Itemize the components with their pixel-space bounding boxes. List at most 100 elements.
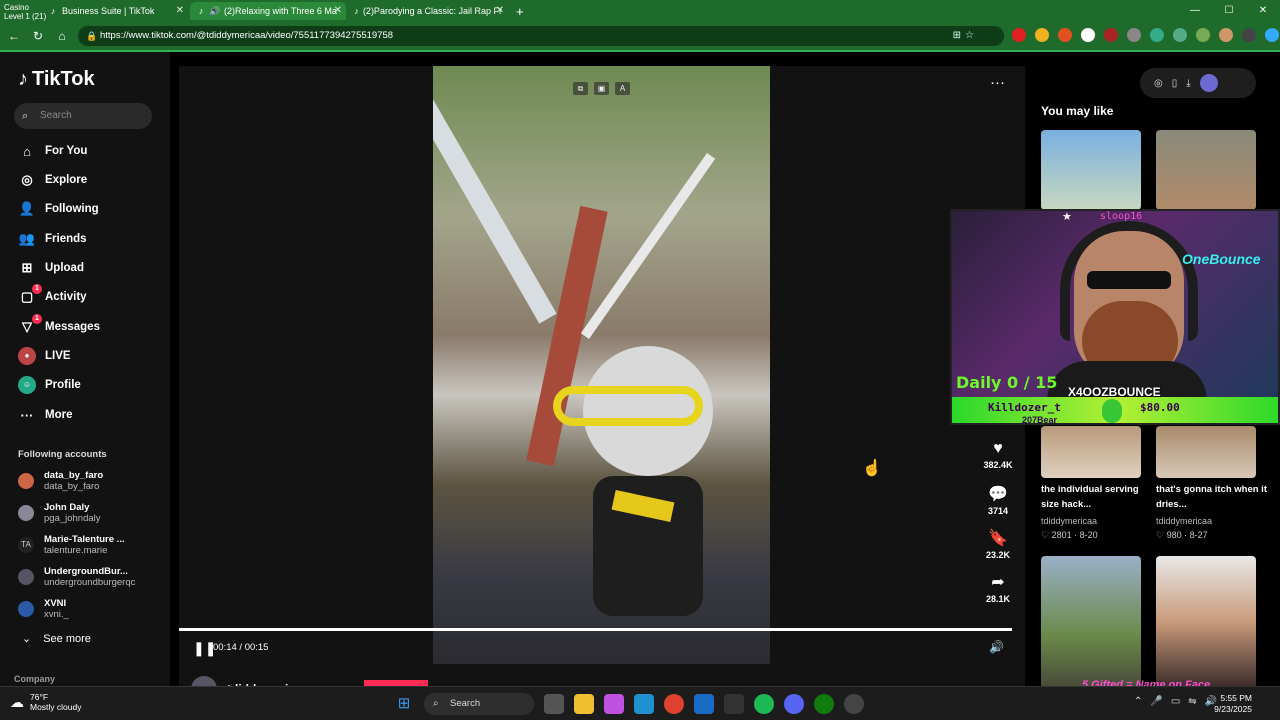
profile-avatar-icon[interactable] [1219, 28, 1233, 42]
nav-profile[interactable]: ☺ Profile [18, 373, 81, 397]
play-count-icon: ♡ [1156, 530, 1167, 540]
share-button[interactable]: ➦ 28.1K [982, 572, 1014, 604]
system-clock[interactable]: 5:55 PM 9/23/2025 [1212, 693, 1252, 715]
nav-friends[interactable]: 👥 Friends [18, 227, 87, 251]
microphone-icon[interactable]: 🎤 [1150, 696, 1162, 707]
file-explorer-icon[interactable] [574, 694, 594, 714]
more-options-icon[interactable]: ··· [990, 74, 1005, 91]
split-screen-icon[interactable] [1173, 28, 1187, 42]
copilot-icon[interactable] [604, 694, 624, 714]
nav-messages[interactable]: ▽ 1 Messages [18, 314, 100, 339]
network-icon[interactable]: ⇋ [1188, 696, 1196, 707]
profile-avatar-icon[interactable] [1199, 74, 1218, 92]
task-view-icon[interactable] [544, 694, 564, 714]
nav-more[interactable]: ··· More [18, 403, 73, 427]
phone-icon[interactable]: ▯ [1172, 78, 1178, 89]
nav-upload[interactable]: ⊞ Upload [18, 256, 84, 280]
discord-icon[interactable] [784, 694, 804, 714]
close-tab-icon[interactable]: ✕ [334, 5, 342, 16]
edge-icon[interactable] [634, 694, 654, 714]
recommended-video[interactable] [1041, 130, 1141, 210]
floating-player-icon[interactable]: ⧉ [573, 82, 588, 95]
search-input[interactable]: ⌕ Search [14, 103, 152, 129]
following-account[interactable]: data_by_faro data_by_faro [18, 468, 103, 494]
video-progress-bar[interactable] [179, 628, 1013, 631]
recommended-video[interactable] [1041, 426, 1141, 478]
video-author[interactable]: tdiddymericaa [1041, 516, 1097, 526]
company-link[interactable]: Company [14, 674, 55, 684]
nav-live[interactable]: ● LIVE [18, 344, 71, 368]
obs-icon[interactable] [844, 694, 864, 714]
tiktok-logo[interactable]: ♪ TikTok [18, 68, 95, 91]
captions-icon[interactable]: A [615, 82, 630, 95]
app-icon[interactable]: ⊞ [953, 26, 961, 46]
browser-tab-parodying[interactable]: ♪ (2)Parodying a Classic: Jail Rap Fr ✕ [348, 2, 508, 20]
nav-activity[interactable]: ▢ 1 Activity [18, 284, 87, 309]
url-field[interactable]: 🔒 https://www.tiktok.com/@tdiddymericaa/… [78, 26, 1004, 46]
nav-following[interactable]: 👤 Following [18, 197, 99, 221]
video-player[interactable]: ⧉ ▣ A [433, 66, 770, 664]
recommended-video[interactable] [1041, 556, 1141, 688]
volume-icon[interactable]: 🔊 [989, 640, 1004, 654]
settings-more-icon[interactable] [1242, 28, 1256, 42]
video-author[interactable]: tdiddymericaa [1156, 516, 1212, 526]
monitor-icon[interactable]: ▭ [1171, 696, 1180, 707]
extension-icon[interactable] [1012, 28, 1026, 42]
coin-icon[interactable]: ◎ [1154, 78, 1163, 89]
following-account[interactable]: John Daly pga_johndaly [18, 500, 101, 526]
extension-icon[interactable] [1081, 28, 1095, 42]
spotify-icon[interactable] [754, 694, 774, 714]
back-icon[interactable]: ← [6, 28, 22, 44]
chrome-icon[interactable] [664, 694, 684, 714]
close-window-button[interactable]: ✕ [1246, 0, 1280, 22]
close-tab-icon[interactable]: ✕ [176, 5, 184, 16]
extension-icon[interactable] [1127, 28, 1141, 42]
extensions-puzzle-icon[interactable] [1150, 28, 1164, 42]
recommended-video[interactable] [1156, 130, 1256, 210]
refresh-icon[interactable]: ↻ [30, 28, 46, 44]
close-tab-icon[interactable]: ✕ [496, 5, 504, 16]
new-tab-button[interactable]: + [510, 2, 530, 20]
outlook-icon[interactable] [694, 694, 714, 714]
like-button[interactable]: ♥ 382.4K [982, 440, 1014, 470]
tab-title: Business Suite | TikTok [62, 6, 155, 16]
download-icon[interactable]: ⤓ [1186, 78, 1190, 89]
chevron-up-icon[interactable]: ⌃ [1134, 696, 1142, 707]
maximize-button[interactable]: ☐ [1212, 0, 1246, 22]
comment-button[interactable]: 💬 3714 [982, 484, 1014, 516]
extension-icon[interactable] [1035, 28, 1049, 42]
xbox-icon[interactable] [814, 694, 834, 714]
video-title[interactable]: the individual serving size hack... [1041, 482, 1153, 512]
video-title[interactable]: that's gonna itch when it dries... [1156, 482, 1268, 512]
taskbar-search[interactable]: ⌕ Search [424, 693, 534, 715]
store-icon[interactable] [724, 694, 744, 714]
extension-icon[interactable] [1058, 28, 1072, 42]
video-timecode: 00:14 / 00:15 [213, 642, 269, 653]
picture-in-picture-icon[interactable]: ▣ [594, 82, 609, 95]
nav-explore[interactable]: ◎ Explore [18, 168, 87, 192]
copilot-icon[interactable] [1265, 28, 1279, 42]
browser-tab-relaxing[interactable]: ♪ 🔊 (2)Relaxing with Three 6 Ma ✕ [190, 2, 346, 20]
windows-start-icon[interactable]: ⊞ [394, 694, 414, 714]
video-thumbnail [1041, 426, 1141, 478]
recommended-video[interactable] [1156, 426, 1256, 478]
nav-label: Messages [45, 321, 100, 333]
logo-text: TikTok [32, 68, 95, 90]
favorite-star-icon[interactable]: ☆ [965, 26, 974, 46]
upload-icon: ⊞ [21, 260, 33, 275]
extension-icon[interactable] [1104, 28, 1118, 42]
save-button[interactable]: 🔖 23.2K [982, 528, 1014, 560]
favorites-icon[interactable] [1196, 28, 1210, 42]
recommended-video[interactable] [1156, 556, 1256, 688]
following-account[interactable]: XVNI xvni._ [18, 596, 69, 622]
following-account[interactable]: UndergroundBur... undergroundburgerqc [18, 564, 135, 590]
avatar [18, 505, 34, 521]
nav-for-you[interactable]: ⌂ For You [18, 139, 87, 163]
browser-tab-business-suite[interactable]: ♪ Business Suite | TikTok ✕ [42, 2, 188, 20]
home-icon[interactable]: ⌂ [54, 28, 70, 44]
weather-condition: Mostly cloudy [30, 702, 82, 712]
minimize-button[interactable]: — [1178, 0, 1212, 22]
see-more-button[interactable]: ⌄ See more [22, 632, 91, 646]
following-account[interactable]: TA Marie-Talenture ... talenture.marie [18, 532, 125, 558]
weather-widget[interactable]: ☁ 76°F Mostly cloudy [10, 692, 82, 712]
